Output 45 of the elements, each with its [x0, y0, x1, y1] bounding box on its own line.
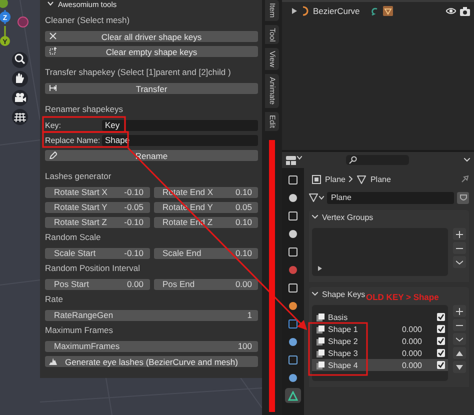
- section-label: Random Scale: [45, 232, 102, 243]
- annotation-note: OLD KEY > Shape: [366, 292, 439, 302]
- section-label: Renamer shapekeys: [45, 104, 124, 115]
- number-field[interactable]: Scale End 0.10: [154, 248, 258, 259]
- section-label: Rate: [45, 294, 64, 305]
- section-label: Maximum Frames: [45, 325, 114, 336]
- shape-key-value: 0.000: [402, 360, 422, 370]
- number-field[interactable]: Rotate Start X -0.10: [45, 187, 150, 198]
- panel-header[interactable]: Vertex Groups: [309, 210, 469, 224]
- breadcrumb-item: Plane: [370, 174, 391, 184]
- mesh-name-field[interactable]: Plane: [327, 192, 454, 204]
- shape-key-name: Shape 4: [328, 360, 358, 370]
- field-label: Key:: [45, 120, 62, 131]
- text-field[interactable]: Key: [102, 120, 258, 131]
- action-button[interactable]: Transfer: [45, 83, 258, 94]
- section-label: Cleaner (Select mesh): [45, 15, 131, 26]
- shape-key-name: Shape 1: [328, 324, 358, 334]
- shape-key-row[interactable]: Basis: [312, 311, 448, 323]
- field-label: Replace Name:: [45, 135, 101, 146]
- section-label: Transfer shapekey (Select [1]parent and [2]child ): [45, 67, 232, 78]
- shape-key-row[interactable]: Shape 2 0.000: [312, 335, 448, 347]
- section-label: Lashes generator: [45, 171, 112, 182]
- shape-key-value: 0.000: [402, 336, 422, 346]
- shape-key-value: 0.000: [402, 348, 422, 358]
- number-field[interactable]: Pos End 0.00: [154, 279, 258, 290]
- action-button[interactable]: Rename: [45, 150, 258, 161]
- shape-key-row[interactable]: Shape 1 0.000: [312, 323, 448, 335]
- number-field[interactable]: RateRangeGen 1: [45, 310, 258, 321]
- breadcrumb-item: Plane: [325, 174, 346, 184]
- section-label: Random Position Interval: [45, 263, 141, 274]
- shape-key-row[interactable]: Shape 3 0.000: [312, 347, 448, 359]
- action-button[interactable]: Clear empty shape keys: [45, 46, 258, 57]
- shape-key-name: Shape 3: [328, 348, 358, 358]
- shape-key-row[interactable]: Shape 4 0.000: [312, 359, 448, 371]
- number-field[interactable]: Pos Start 0.00: [45, 279, 150, 290]
- shape-key-name: Shape 2: [328, 336, 358, 346]
- object-name[interactable]: BezierCurve: [313, 6, 360, 16]
- number-field[interactable]: Scale Start -0.10: [45, 248, 150, 259]
- number-field[interactable]: Rotate Start Z -0.10: [45, 217, 150, 228]
- number-field[interactable]: MaximumFrames 100: [45, 341, 258, 352]
- shape-key-name: Basis: [328, 312, 348, 322]
- number-field[interactable]: Rotate Start Y -0.05: [45, 202, 150, 213]
- action-button[interactable]: Generate eye lashes (BezierCurve and mesh): [45, 356, 258, 367]
- action-button[interactable]: Clear all driver shape keys: [45, 31, 258, 42]
- shape-key-value: 0.000: [402, 324, 422, 334]
